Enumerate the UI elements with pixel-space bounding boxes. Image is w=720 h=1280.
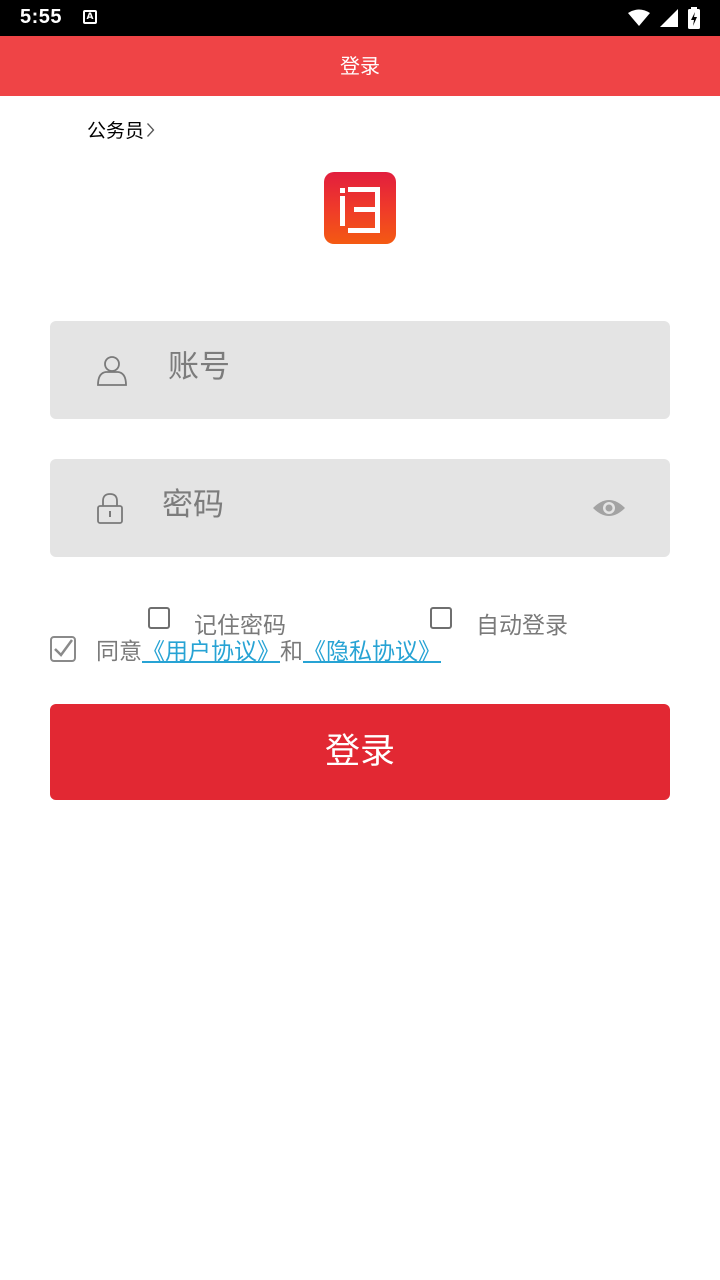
app-logo-mark-icon bbox=[340, 187, 380, 233]
user-icon bbox=[97, 356, 127, 386]
status-bar: 5:55 A bbox=[0, 0, 720, 36]
title-bar: 登录 bbox=[0, 36, 720, 96]
login-button[interactable]: 登录 bbox=[50, 704, 670, 800]
lock-icon bbox=[97, 493, 123, 524]
agreement-conjunction: 和 bbox=[280, 639, 303, 665]
role-selector[interactable]: 公务员 bbox=[87, 116, 155, 143]
account-placeholder: 账号 bbox=[168, 349, 230, 385]
login-button-label: 登录 bbox=[324, 732, 395, 772]
status-time: 5:55 bbox=[20, 6, 63, 28]
user-agreement-link[interactable]: 《用户协议》 bbox=[142, 632, 280, 666]
role-label: 公务员 bbox=[87, 120, 145, 142]
auto-login-label: 自动登录 bbox=[476, 613, 568, 639]
wifi-icon bbox=[628, 9, 650, 26]
password-placeholder: 密码 bbox=[162, 487, 224, 523]
auto-login-checkbox[interactable] bbox=[430, 607, 452, 629]
battery-charging-icon bbox=[688, 7, 700, 29]
chevron-right-icon bbox=[147, 122, 155, 137]
app-logo bbox=[324, 172, 396, 244]
privacy-agreement-link[interactable]: 《隐私协议》 bbox=[303, 632, 441, 666]
status-icons bbox=[628, 6, 700, 30]
account-field[interactable]: 账号 bbox=[50, 321, 670, 419]
agreement-checkbox-checked-icon[interactable] bbox=[50, 636, 76, 662]
eye-icon[interactable] bbox=[592, 497, 626, 519]
notification-a-icon: A bbox=[83, 10, 97, 24]
agreement-row: 同意 《用户协议》 和 《隐私协议》 bbox=[50, 632, 441, 666]
auto-login-option[interactable]: 自动登录 bbox=[430, 596, 568, 640]
password-field[interactable]: 密码 bbox=[50, 459, 670, 557]
page-title: 登录 bbox=[340, 54, 380, 78]
cell-signal-icon bbox=[660, 9, 678, 27]
remember-password-checkbox[interactable] bbox=[148, 607, 170, 629]
agreement-prefix: 同意 bbox=[96, 639, 142, 665]
